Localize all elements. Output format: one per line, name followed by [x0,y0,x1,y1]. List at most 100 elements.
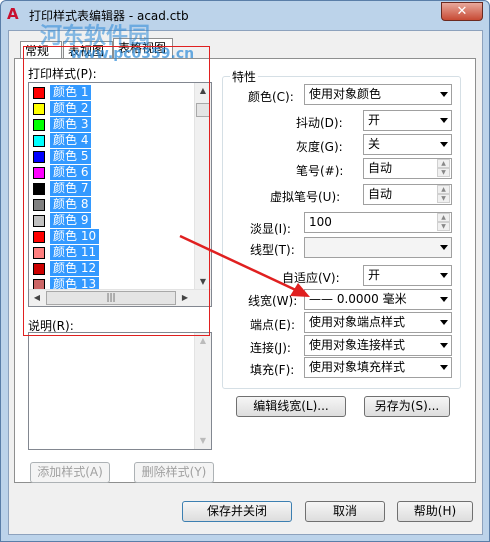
spin-down-icon[interactable]: ▼ [437,222,450,231]
color-swatch [33,167,45,179]
joinstyle-select[interactable]: 使用对象连接样式 [304,335,452,356]
linetype-select[interactable] [304,237,452,258]
vertical-scrollbar[interactable]: ▲ ▼ [194,83,211,290]
pen-number-label: 笔号(#): [296,164,344,178]
fillstyle-label: 填充(F): [250,363,295,377]
color-swatch [33,231,45,243]
delete-style-button[interactable]: 删除样式(Y) [134,462,214,483]
help-button[interactable]: 帮助(H) [397,501,473,522]
virtual-pen-label: 虚拟笔号(U): [270,190,341,204]
spin-down-icon[interactable]: ▼ [437,168,450,177]
print-styles-label: 打印样式(P): [28,67,97,81]
fillstyle-select-value: 使用对象填充样式 [309,360,406,374]
save-and-close-button[interactable]: 保存并关闭 [182,501,292,522]
color-swatch [33,151,45,163]
vertical-scroll-thumb[interactable] [196,103,210,117]
list-item[interactable]: 颜色 9 [31,213,191,229]
fillstyle-select[interactable]: 使用对象填充样式 [304,357,452,378]
chevron-down-icon [440,273,448,278]
edit-lineweight-button[interactable]: 编辑线宽(L)... [236,396,346,417]
list-item-label: 颜色 6 [50,165,92,180]
chevron-down-icon [440,320,448,325]
list-item[interactable]: 颜色 7 [31,181,191,197]
add-style-button[interactable]: 添加样式(A) [30,462,110,483]
color-swatch [33,263,45,275]
list-item[interactable]: 颜色 1 [31,85,191,101]
screening-label: 淡显(I): [250,222,291,236]
list-item-label: 颜色 2 [50,101,92,116]
color-swatch [33,119,45,131]
pen-number-spinner[interactable]: 自动 ▲ ▼ [363,158,452,179]
color-swatch [33,247,45,259]
list-item[interactable]: 颜色 5 [31,149,191,165]
endstyle-select[interactable]: 使用对象端点样式 [304,312,452,333]
joinstyle-select-value: 使用对象连接样式 [309,338,406,352]
scroll-down-icon[interactable]: ▼ [195,433,211,449]
list-item[interactable]: 颜色 10 [31,229,191,245]
spin-up-icon[interactable]: ▲ [437,159,450,168]
color-label: 颜色(C): [248,90,294,104]
horizontal-scroll-thumb[interactable]: ||| [46,291,176,305]
autocad-icon: A [7,5,19,23]
list-item[interactable]: 颜色 11 [31,245,191,261]
color-swatch [33,183,45,195]
list-item-label: 颜色 11 [50,245,100,260]
print-styles-list[interactable]: 颜色 1 颜色 2 颜色 3 颜色 4 颜色 5 颜色 6 颜色 7 颜色 8 … [28,82,212,307]
list-item-label: 颜色 8 [50,197,92,212]
scroll-up-icon[interactable]: ▲ [195,83,211,99]
chevron-down-icon [440,118,448,123]
joinstyle-label: 连接(J): [250,341,291,355]
list-item-label: 颜色 9 [50,213,92,228]
scroll-up-icon[interactable]: ▲ [195,333,211,349]
spin-up-icon[interactable]: ▲ [437,185,450,194]
color-swatch [33,87,45,99]
cancel-button[interactable]: 取消 [305,501,385,522]
description-textarea[interactable]: ▲ ▼ [28,332,212,450]
lineweight-select-value: —— 0.0000 毫米 [309,292,407,306]
adaptive-select-value: 开 [368,268,381,282]
list-item[interactable]: 颜色 6 [31,165,191,181]
spin-down-icon[interactable]: ▼ [437,194,450,203]
list-item[interactable]: 颜色 12 [31,261,191,277]
grayscale-label: 灰度(G): [296,140,343,154]
adaptive-select[interactable]: 开 [363,265,452,286]
description-scrollbar[interactable]: ▲ ▼ [194,333,211,449]
scroll-right-icon[interactable]: ▶ [177,290,193,306]
list-item[interactable]: 颜色 2 [31,101,191,117]
scroll-left-icon[interactable]: ◀ [29,290,45,306]
linetype-label: 线型(T): [250,243,295,257]
chevron-down-icon [440,365,448,370]
list-item-label: 颜色 4 [50,133,92,148]
dither-select[interactable]: 开 [363,110,452,131]
close-button[interactable]: ✕ [441,2,483,21]
title-bar: A 打印样式表编辑器 - acad.ctb ✕ [1,1,489,29]
list-item[interactable]: 颜色 8 [31,197,191,213]
chevron-down-icon [440,142,448,147]
save-as-button[interactable]: 另存为(S)... [364,396,450,417]
list-item-label: 颜色 10 [50,229,100,244]
scroll-down-icon[interactable]: ▼ [195,274,211,290]
list-item[interactable]: 颜色 3 [31,117,191,133]
list-item-label: 颜色 5 [50,149,92,164]
tab-form-view[interactable]: 表格视图 [113,38,173,60]
pen-number-value: 自动 [368,161,393,175]
spin-up-icon[interactable]: ▲ [437,213,450,222]
chevron-down-icon [440,297,448,302]
lineweight-label: 线宽(W): [248,294,298,308]
chevron-down-icon [440,92,448,97]
list-item[interactable]: 颜色 4 [31,133,191,149]
color-select-value: 使用对象颜色 [309,87,382,101]
grayscale-select[interactable]: 关 [363,134,452,155]
color-swatch [33,135,45,147]
color-select[interactable]: 使用对象颜色 [304,84,452,105]
screening-spinner[interactable]: 100 ▲ ▼ [304,212,452,233]
horizontal-scrollbar[interactable]: ◀ ||| ▶ [29,289,211,306]
color-swatch [33,215,45,227]
list-item-label: 颜色 12 [50,261,100,276]
properties-title: 特性 [230,68,259,85]
list-item-label: 颜色 7 [50,181,92,196]
grayscale-select-value: 关 [368,137,381,151]
virtual-pen-spinner[interactable]: 自动 ▲ ▼ [363,184,452,205]
lineweight-select[interactable]: —— 0.0000 毫米 [304,289,452,310]
virtual-pen-value: 自动 [368,187,393,201]
